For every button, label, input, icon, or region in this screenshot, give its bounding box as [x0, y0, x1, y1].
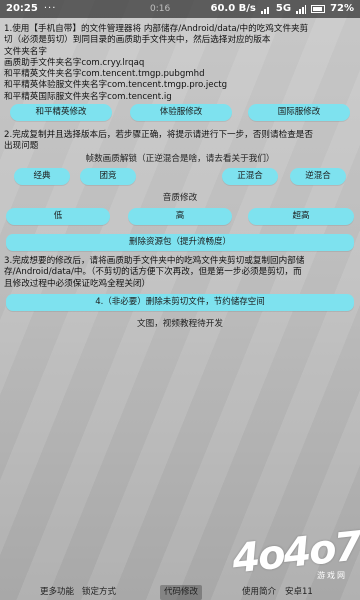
status-bar: 20:25 ··· 0:16 60.0 B/s 5G 72%: [0, 0, 360, 18]
unlock-section-title: 帧数画质解锁（正逆混合是啥，请去看关于我们）: [85, 154, 275, 164]
tutorial-notice: 文图，视频教程待开发: [137, 319, 223, 329]
step1-instructions: 1.使用【手机自带】的文件管理器将 内部储存/Android/data/中的吃鸡…: [4, 24, 358, 103]
beta-version-button[interactable]: 体验服修改: [130, 104, 232, 121]
signal-icon: [296, 4, 307, 14]
nav-android-version[interactable]: 安卓11: [285, 585, 313, 600]
status-time: 20:25: [6, 3, 38, 14]
step1-line1: 1.使用【手机自带】的文件管理器将 内部储存/Android/data/中的吃鸡…: [4, 24, 309, 34]
bottom-nav: 更多功能 锁定方式 代码修改 使用简介 安卓11: [0, 585, 360, 600]
step1-line3: 文件夹名字: [4, 46, 47, 57]
step3-line2: 存/Android/data/中。（不剪切的话方便下次再改，但是第一步必须是剪切…: [4, 267, 302, 278]
status-indicators: 60.0 B/s 5G 72%: [211, 0, 355, 18]
battery-icon: [311, 5, 326, 13]
delete-resource-pack-button[interactable]: 删除资源包（提升流畅度）: [6, 234, 354, 251]
delete-unused-files-button[interactable]: 4.（非必要）删除未剪切文件，节约储存空间: [6, 294, 354, 311]
network-type: 5G: [275, 3, 292, 14]
step2-instructions: 2.完成复制并且选择版本后，若步骤正确，将提示请进行下一步，否则请检查是否 出现…: [4, 130, 358, 153]
quality-low-button[interactable]: 低: [6, 208, 110, 225]
wifi-icon: [260, 5, 271, 14]
forward-mix-button[interactable]: 正混合: [222, 168, 278, 185]
step3-line3: 且修改过程中必须保证吃鸡全程关闭）: [4, 278, 151, 289]
notification-dots: ···: [43, 3, 57, 14]
nav-code-edit[interactable]: 代码修改: [160, 585, 203, 600]
step3-line1: 3.完成想要的修改后，请将画质助手文件夹中的吃鸡文件夹剪切或复制回内部储: [4, 256, 305, 266]
folder-name-beta: 和平精英体验服文件夹名字com.tencent.tmgp.pro.jectg: [4, 80, 228, 91]
step2-line2: 出现问题: [4, 141, 39, 152]
folder-name-helper: 画质助手文件夹名字com.cryy.lrqaq: [4, 57, 145, 68]
site-watermark: 4o4o7 游戏网: [228, 523, 360, 583]
normal-version-button[interactable]: 和平精英修改: [10, 104, 112, 121]
battery-level: 72%: [330, 3, 354, 14]
classic-mode-button[interactable]: 经典: [14, 168, 70, 185]
nav-more-features[interactable]: 更多功能: [40, 585, 74, 600]
network-speed: 60.0 B/s: [210, 3, 256, 14]
step1-line2: 切（必须是剪切）到同目录的画质助手文件夹中，然后选择对应的版本: [4, 35, 271, 46]
intl-version-button[interactable]: 国际服修改: [248, 104, 350, 121]
nav-lock-method[interactable]: 锁定方式: [82, 585, 116, 600]
watermark-subtext: 游戏网: [317, 571, 347, 580]
step2-line1: 2.完成复制并且选择版本后，若步骤正确，将提示请进行下一步，否则请检查是否: [4, 130, 313, 140]
folder-name-normal: 和平精英文件夹名字com.tencent.tmgp.pubgmhd: [4, 69, 205, 80]
reverse-mix-button[interactable]: 逆混合: [290, 168, 346, 185]
overlay-text: 0:16: [150, 4, 171, 14]
nav-usage-intro[interactable]: 使用简介: [242, 585, 276, 600]
folder-name-intl: 和平精英国际服文件夹名字com.tencent.ig: [4, 91, 172, 102]
step3-instructions: 3.完成想要的修改后，请将画质助手文件夹中的吃鸡文件夹剪切或复制回内部储 存/A…: [4, 256, 358, 290]
quality-ultra-button[interactable]: 超高: [248, 208, 354, 225]
team-mode-button[interactable]: 团竞: [80, 168, 136, 185]
quality-high-button[interactable]: 高: [128, 208, 232, 225]
quality-section-title: 音质修改: [162, 193, 198, 203]
